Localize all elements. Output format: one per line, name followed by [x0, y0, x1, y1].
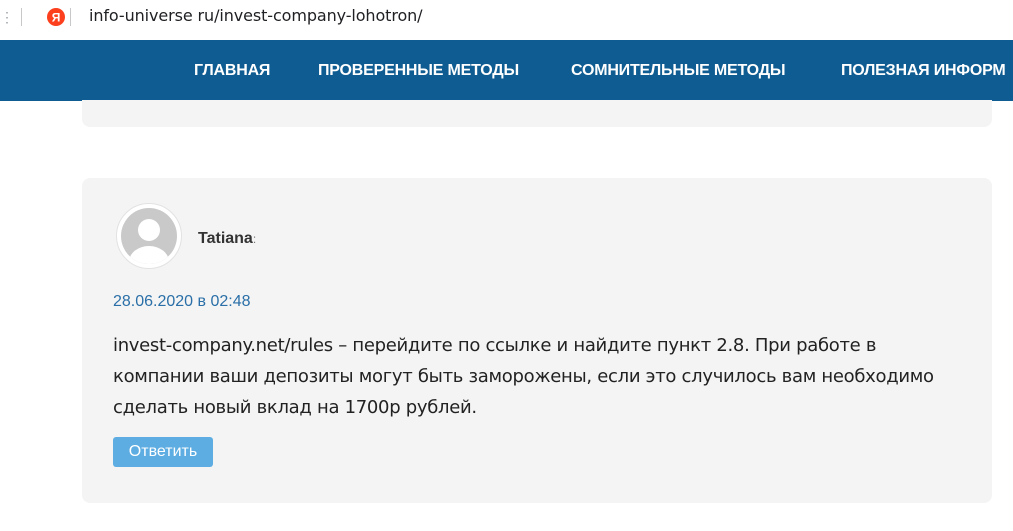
comment-line: компании ваши депозиты могут быть заморо… — [113, 366, 934, 387]
nav-item-home[interactable]: ГЛАВНАЯ — [194, 62, 270, 80]
comment-line: сделать новый вклад на 1700р рублей. — [113, 397, 477, 418]
divider — [21, 8, 22, 26]
default-avatar-icon — [121, 208, 177, 264]
nav-item-verified-methods[interactable]: ПРОВЕРЕННЫЕ МЕТОДЫ — [318, 62, 519, 80]
main-navigation: ГЛАВНАЯ ПРОВЕРЕННЫЕ МЕТОДЫ СОМНИТЕЛЬНЫЕ … — [0, 40, 1013, 101]
svg-text:Я: Я — [52, 11, 61, 25]
author-suffix: : — [252, 232, 257, 246]
avatar — [116, 203, 182, 269]
nav-item-useful-info[interactable]: ПОЛЕЗНАЯ ИНФОРМ — [841, 62, 1006, 80]
yandex-icon: Я — [47, 8, 65, 26]
divider — [70, 8, 71, 26]
comment-body: invest-company.net/rules – перейдите по … — [113, 330, 963, 423]
reply-button[interactable]: Ответить — [113, 437, 213, 467]
url-text[interactable]: info-universe ru/invest-company-lohotron… — [89, 6, 423, 25]
nav-item-doubtful-methods[interactable]: СОМНИТЕЛЬНЫЕ МЕТОДЫ — [571, 62, 786, 80]
previous-comment-card — [82, 100, 992, 127]
browser-address-bar[interactable]: ⋮ Я info-universe ru/invest-company-loho… — [0, 0, 1013, 38]
author-name[interactable]: Tatiana — [198, 230, 253, 247]
comment-line: invest-company.net/rules – перейдите по … — [113, 335, 877, 356]
comment-author: Tatiana: — [198, 230, 256, 248]
comment-card: Tatiana: 28.06.2020 в 02:48 invest-compa… — [82, 178, 992, 503]
comment-date-link[interactable]: 28.06.2020 в 02:48 — [113, 293, 251, 311]
more-icon[interactable]: ⋮ — [0, 9, 14, 26]
